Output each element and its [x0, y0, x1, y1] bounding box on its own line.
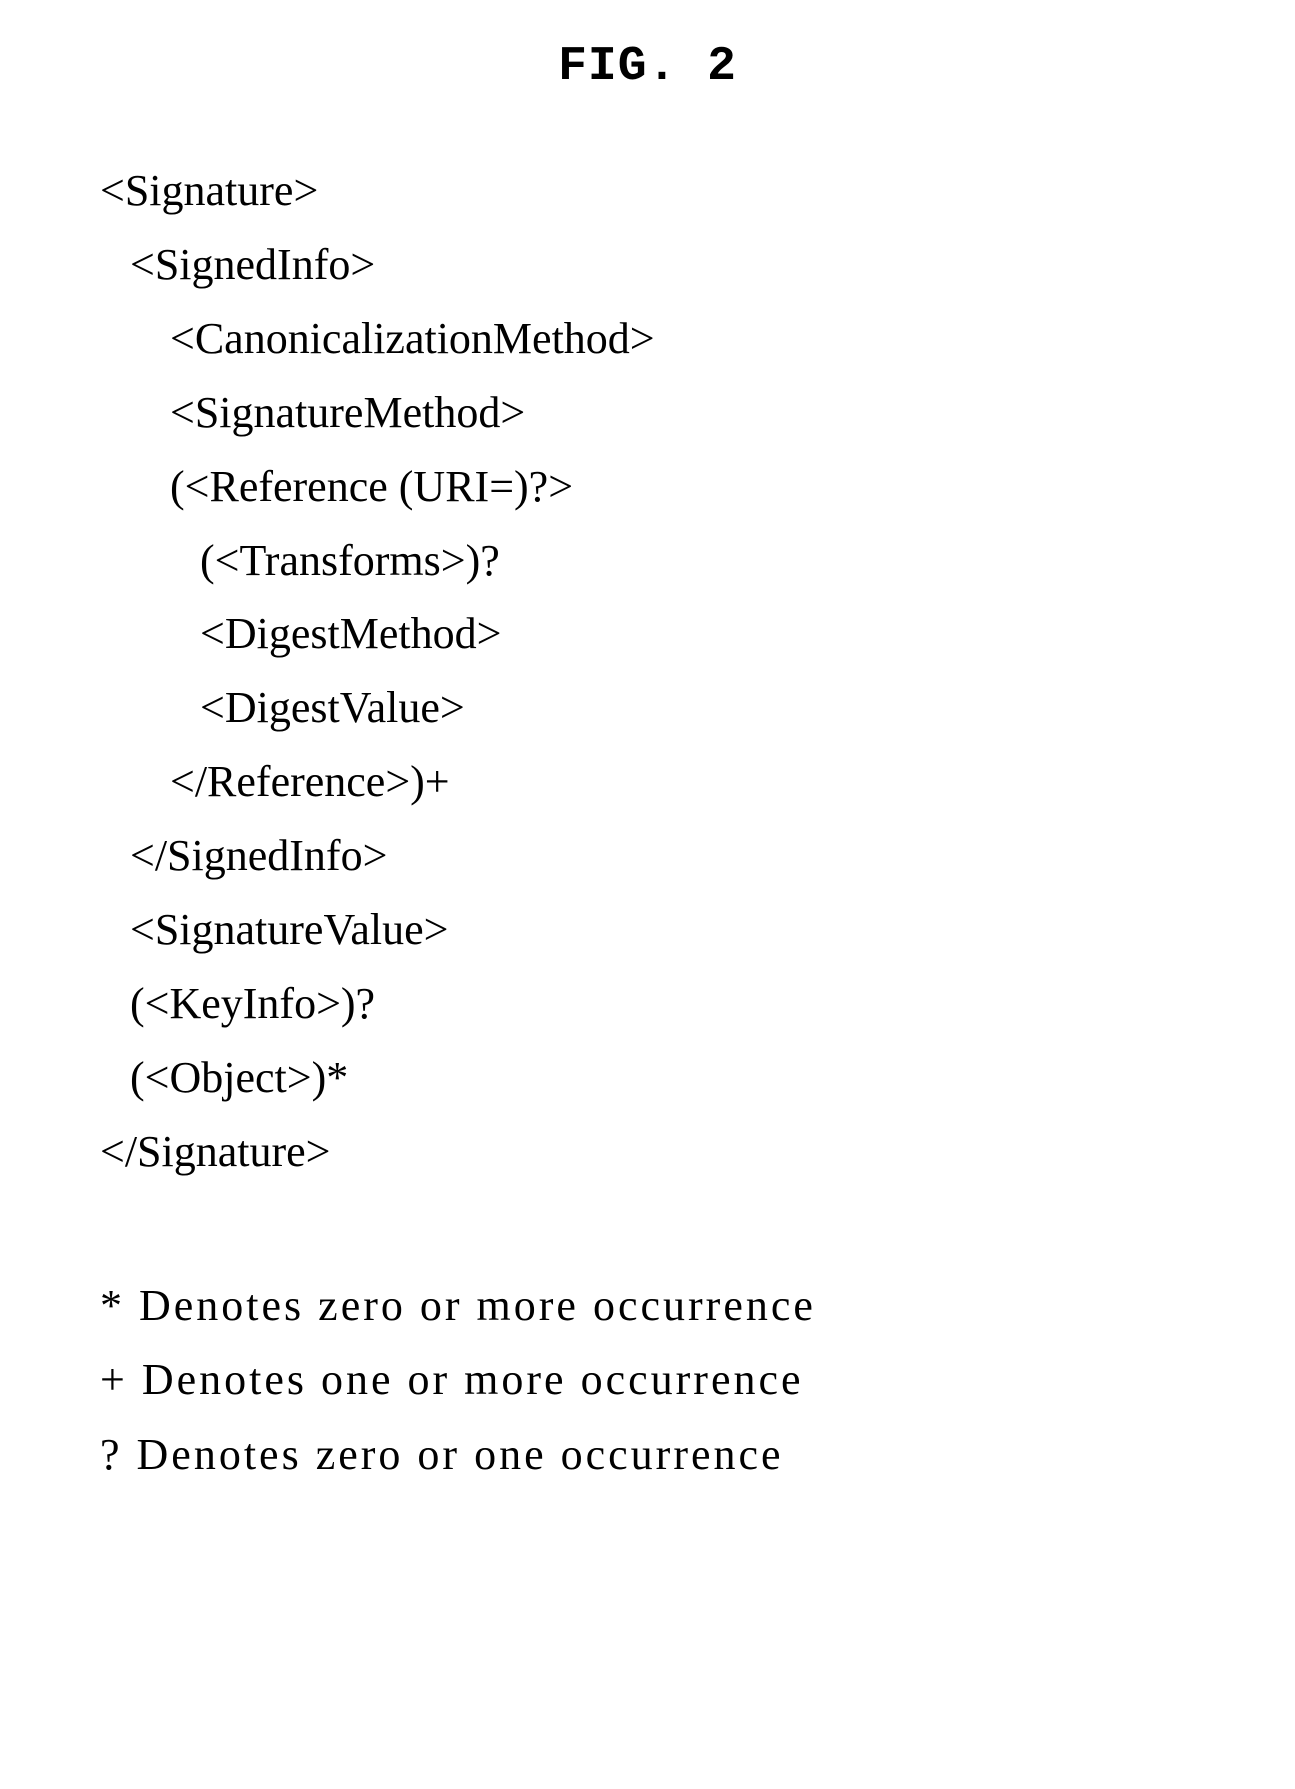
- code-line: <SignedInfo>: [100, 228, 1195, 302]
- legend-block: * Denotes zero or more occurrence + Deno…: [100, 1269, 1195, 1493]
- code-line: <DigestValue>: [100, 671, 1195, 745]
- legend-question: ? Denotes zero or one occurrence: [100, 1418, 1195, 1493]
- xml-schema-block: <Signature> <SignedInfo> <Canonicalizati…: [100, 154, 1195, 1189]
- code-line: (<Transforms>)?: [100, 524, 1195, 598]
- code-line: </SignedInfo>: [100, 819, 1195, 893]
- legend-plus: + Denotes one or more occurrence: [100, 1343, 1195, 1418]
- code-line: <DigestMethod>: [100, 597, 1195, 671]
- code-line: (<Reference (URI=)?>: [100, 450, 1195, 524]
- code-line: (<KeyInfo>)?: [100, 967, 1195, 1041]
- legend-star: * Denotes zero or more occurrence: [100, 1269, 1195, 1344]
- code-line: <Signature>: [100, 154, 1195, 228]
- code-line: (<Object>)*: [100, 1041, 1195, 1115]
- code-line: <SignatureValue>: [100, 893, 1195, 967]
- code-line: </Signature>: [100, 1115, 1195, 1189]
- figure-title: FIG. 2: [100, 40, 1195, 94]
- code-line: <SignatureMethod>: [100, 376, 1195, 450]
- code-line: <CanonicalizationMethod>: [100, 302, 1195, 376]
- code-line: </Reference>)+: [100, 745, 1195, 819]
